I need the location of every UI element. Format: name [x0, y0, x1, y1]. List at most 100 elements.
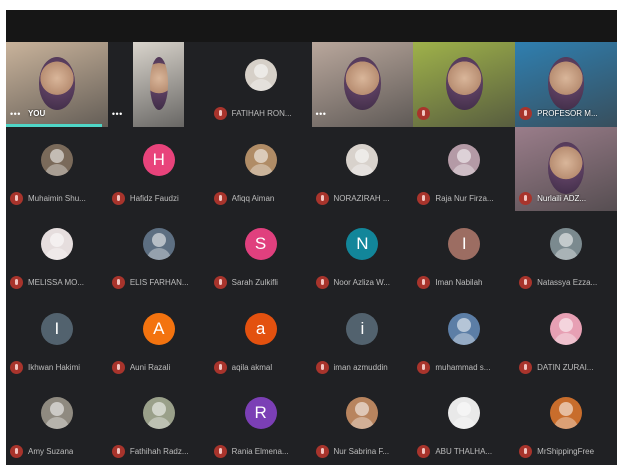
- participant-tile[interactable]: i iman azmuddin: [311, 295, 414, 381]
- participant-tile[interactable]: Amy Suzana: [6, 380, 108, 465]
- participant-tile[interactable]: [413, 42, 516, 127]
- participant-name-bar: Afiqq Aiman: [213, 191, 310, 205]
- participant-tile[interactable]: A Auni Razali: [107, 295, 210, 381]
- participant-name-bar: aqila akmal: [213, 360, 310, 374]
- participant-avatar: A: [142, 312, 175, 345]
- mic-off-icon: [111, 360, 125, 374]
- participant-name: Ikhwan Hakimi: [28, 362, 81, 372]
- participant-name: YOU: [27, 109, 46, 119]
- participant-name-bar: Auni Razali: [111, 360, 208, 374]
- participant-avatar-photo: [346, 397, 379, 430]
- participant-face: [547, 141, 585, 195]
- mic-off-icon: [10, 360, 23, 374]
- participant-tile[interactable]: I Iman Nabilah: [413, 211, 516, 296]
- participant-tile[interactable]: N Noor Azliza W...: [311, 211, 414, 296]
- participant-tile[interactable]: NORAZIRAH ...: [311, 126, 414, 212]
- participant-name-bar: DATIN ZURAI...: [519, 360, 615, 374]
- mic-off-icon: [519, 445, 533, 459]
- participant-avatar-photo: [448, 143, 481, 176]
- participant-tile[interactable]: •••: [107, 42, 210, 127]
- participant-avatar-photo: [550, 312, 583, 345]
- participant-tile[interactable]: R Rania Elmena...: [209, 380, 312, 465]
- meeting-window: ••• YOU ••• FATIHAH RON... ••• PROFESOR M... M…: [6, 10, 617, 465]
- participant-name: FATIHAH RON...: [231, 109, 292, 119]
- participant-name: Rania Elmena...: [231, 447, 289, 457]
- participant-tile[interactable]: Muhaimin Shu...: [6, 126, 108, 212]
- participant-name: muhammad s...: [435, 362, 491, 372]
- participant-tile[interactable]: Natassya Ezza...: [515, 211, 617, 296]
- participant-avatar-photo: [550, 397, 583, 430]
- participant-face: [445, 57, 483, 110]
- participant-name-bar: PROFESOR M...: [519, 107, 615, 121]
- participant-name: aqila akmal: [231, 362, 273, 372]
- participant-name: Iman Nabilah: [435, 278, 483, 288]
- participant-name: PROFESOR M...: [537, 109, 598, 119]
- mic-off-icon: [10, 445, 23, 459]
- participant-name-bar: MrShippingFree: [519, 445, 615, 459]
- participant-tile[interactable]: H Hafidz Faudzi: [107, 126, 210, 212]
- participant-name-bar: Amy Suzana: [10, 445, 106, 459]
- participant-tile[interactable]: PROFESOR M...: [515, 42, 617, 127]
- participant-name-bar: Noor Azliza W...: [315, 276, 412, 290]
- participant-tile[interactable]: Nur Sabrina F...: [311, 380, 414, 465]
- participant-name-bar: Nurlaili ADZ...: [519, 191, 615, 205]
- participant-tile[interactable]: a aqila akmal: [209, 295, 312, 381]
- mic-off-icon: [417, 445, 431, 459]
- participant-tile[interactable]: Fathihah Radz...: [107, 380, 210, 465]
- mic-off-icon: [417, 276, 431, 290]
- participant-name: Sarah Zulkifli: [231, 278, 278, 288]
- participant-avatar-photo: [550, 228, 583, 261]
- participant-avatar: i: [346, 312, 379, 345]
- participant-name: MELISSA MO...: [28, 278, 85, 288]
- participant-tile[interactable]: Raja Nur Firza...: [413, 126, 516, 212]
- participant-tile[interactable]: Afiqq Aiman: [209, 126, 312, 212]
- mic-off-icon: [417, 360, 431, 374]
- mic-off-icon: [213, 445, 227, 459]
- mic-off-icon: [315, 276, 329, 290]
- participant-tile[interactable]: S Sarah Zulkifli: [209, 211, 312, 296]
- participant-name: Nurlaili ADZ...: [537, 193, 587, 203]
- mic-off-icon: [213, 191, 227, 205]
- participant-tile[interactable]: •••: [311, 42, 414, 127]
- participant-tile[interactable]: ABU THALHA...: [413, 380, 516, 465]
- participant-name-bar: ELIS FARHAN...: [111, 276, 208, 290]
- participant-avatar: N: [346, 228, 379, 261]
- participant-tile[interactable]: Nurlaili ADZ...: [515, 126, 617, 212]
- more-options-icon[interactable]: •••: [10, 109, 21, 119]
- participant-name-bar: FATIHAH RON...: [213, 107, 310, 121]
- mic-off-icon: [315, 360, 329, 374]
- participant-tile[interactable]: I Ikhwan Hakimi: [6, 295, 108, 381]
- participant-face: [547, 57, 585, 110]
- participant-tile[interactable]: MELISSA MO...: [6, 211, 108, 296]
- participant-tile[interactable]: FATIHAH RON...: [209, 42, 312, 127]
- participant-name: Raja Nur Firza...: [435, 193, 494, 203]
- participant-name-bar: Rania Elmena...: [213, 445, 310, 459]
- participant-name-bar: Fathihah Radz...: [111, 445, 208, 459]
- participant-tile[interactable]: MrShippingFree: [515, 380, 617, 465]
- mic-off-icon: [417, 107, 431, 121]
- participant-tile[interactable]: ••• YOU: [6, 42, 108, 127]
- participant-avatar-photo: [244, 58, 277, 91]
- more-options-icon[interactable]: •••: [316, 109, 327, 119]
- participant-tile[interactable]: muhammad s...: [413, 295, 516, 381]
- participant-name-bar: ABU THALHA...: [417, 445, 513, 459]
- participant-name: Muhaimin Shu...: [28, 193, 86, 203]
- mic-off-icon: [519, 276, 533, 290]
- participant-face: [149, 57, 168, 110]
- mic-off-icon: [111, 276, 125, 290]
- participant-name-bar: NORAZIRAH ...: [315, 191, 412, 205]
- participant-name-bar: Muhaimin Shu...: [10, 191, 106, 205]
- participant-tile[interactable]: ELIS FARHAN...: [107, 211, 210, 296]
- participant-face: [344, 57, 381, 110]
- participant-avatar: R: [244, 397, 277, 430]
- participant-avatar-photo: [448, 397, 481, 430]
- mic-off-icon: [519, 191, 533, 205]
- participant-avatar: I: [448, 228, 481, 261]
- participant-face: [38, 57, 76, 110]
- participant-name: Hafidz Faudzi: [129, 193, 179, 203]
- participant-grid: ••• YOU ••• FATIHAH RON... ••• PROFESOR M... M…: [6, 42, 617, 465]
- participant-avatar: S: [244, 228, 277, 261]
- more-options-icon[interactable]: •••: [112, 109, 123, 119]
- participant-tile[interactable]: DATIN ZURAI...: [515, 295, 617, 381]
- participant-name: Afiqq Aiman: [231, 193, 275, 203]
